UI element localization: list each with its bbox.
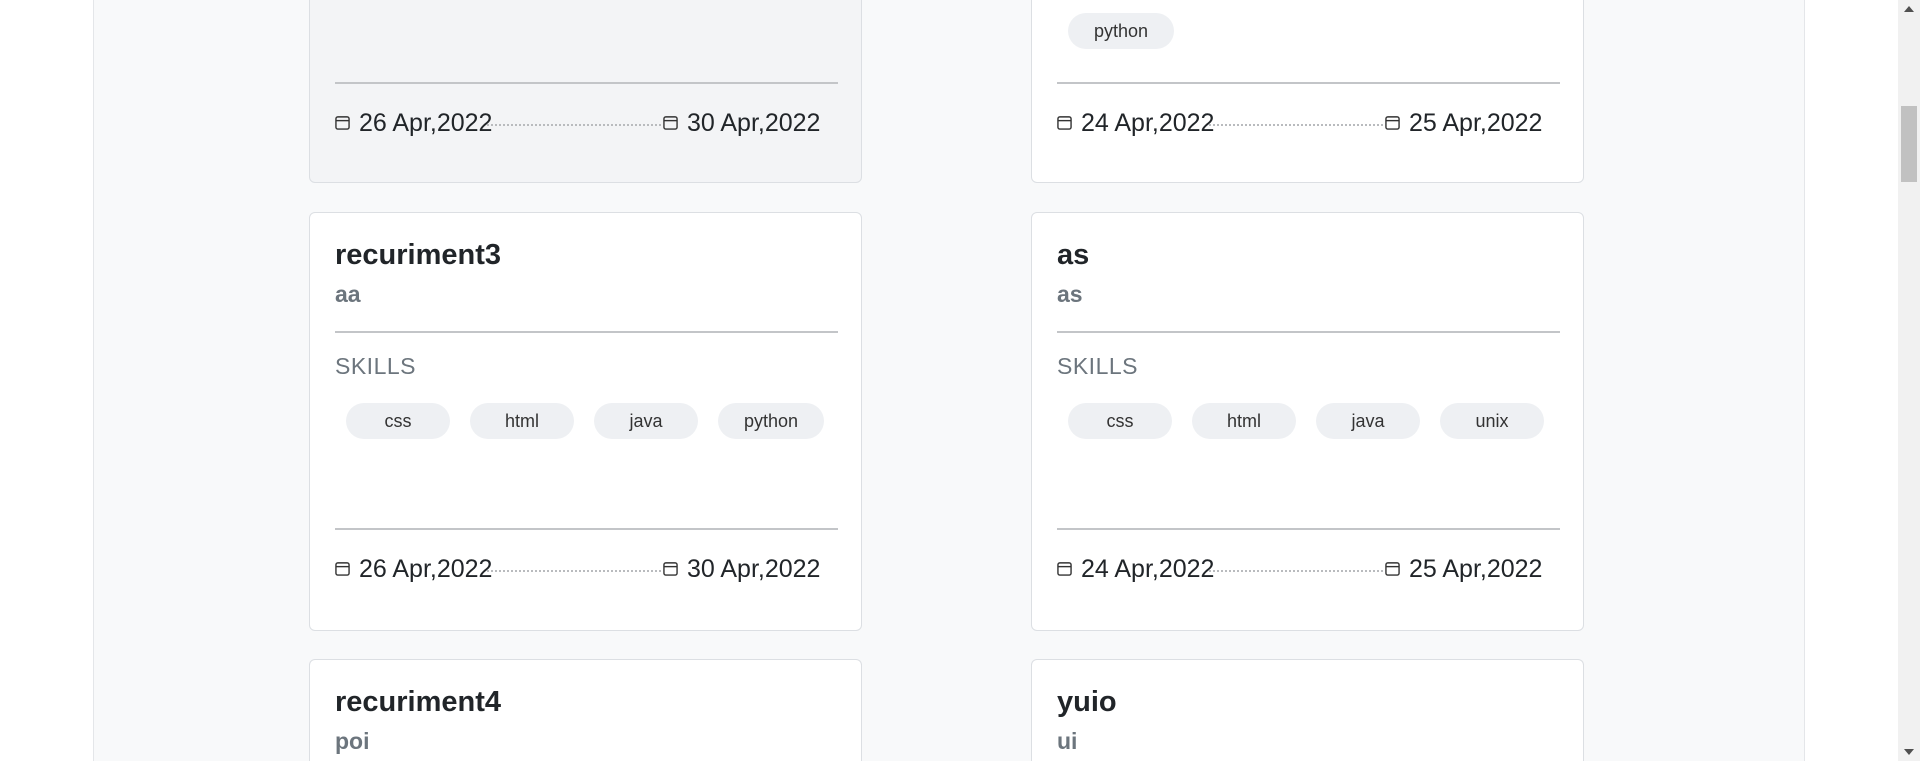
card-separator <box>335 82 838 84</box>
calendar-icon <box>1057 562 1072 576</box>
skill-chip: css <box>346 403 450 439</box>
end-date-text: 25 Apr,2022 <box>1409 109 1543 137</box>
scrollbar-thumb[interactable] <box>1901 106 1917 182</box>
card-separator <box>335 528 838 530</box>
card-title: as <box>1057 239 1090 271</box>
card-title: recuriment4 <box>335 686 502 718</box>
card-separator <box>1057 528 1560 530</box>
start-date: 24 Apr,2022 <box>1057 555 1214 584</box>
end-date: 30 Apr,2022 <box>663 109 820 138</box>
start-date-text: 26 Apr,2022 <box>359 555 493 583</box>
date-range: 26 Apr,2022 30 Apr,2022 <box>335 109 838 139</box>
end-date: 25 Apr,2022 <box>1385 109 1542 138</box>
job-card[interactable]: python 24 Apr,2022 25 Apr,2022 <box>1031 0 1584 183</box>
scroll-up-button[interactable] <box>1898 0 1920 18</box>
skill-chip: python <box>718 403 825 439</box>
triangle-up-icon <box>1904 6 1914 12</box>
card-subtitle: as <box>1057 281 1083 307</box>
end-date: 25 Apr,2022 <box>1385 555 1542 584</box>
card-title: recuriment3 <box>335 239 502 271</box>
card-subtitle: ui <box>1057 728 1078 754</box>
card-separator <box>1057 82 1560 84</box>
calendar-icon <box>1385 562 1400 576</box>
start-date-text: 26 Apr,2022 <box>359 109 493 137</box>
card-separator <box>1057 331 1560 333</box>
date-range: 24 Apr,2022 25 Apr,2022 <box>1057 555 1560 585</box>
skill-chip: unix <box>1440 403 1544 439</box>
start-date: 26 Apr,2022 <box>335 109 492 138</box>
triangle-down-icon <box>1904 749 1914 755</box>
job-card[interactable]: recuriment4 poi <box>309 659 862 761</box>
job-card[interactable]: as as SKILLS css html java unix 24 Apr,2… <box>1031 212 1584 631</box>
end-date-text: 30 Apr,2022 <box>687 109 821 137</box>
date-connector <box>1209 570 1383 572</box>
scroll-down-button[interactable] <box>1898 743 1920 761</box>
card-subtitle: poi <box>335 728 370 754</box>
calendar-icon <box>1385 116 1400 130</box>
job-card[interactable]: 26 Apr,2022 30 Apr,2022 <box>309 0 862 183</box>
date-connector <box>487 570 661 572</box>
skill-chip: java <box>1316 403 1420 439</box>
skills-heading: SKILLS <box>1057 353 1138 379</box>
skills-list: python <box>1068 13 1568 49</box>
end-date-text: 30 Apr,2022 <box>687 555 821 583</box>
calendar-icon <box>335 116 350 130</box>
date-connector <box>487 124 661 126</box>
calendar-icon <box>335 562 350 576</box>
end-date-text: 25 Apr,2022 <box>1409 555 1543 583</box>
skill-chip: html <box>1192 403 1296 439</box>
card-separator <box>335 331 838 333</box>
skills-list: css html java unix <box>1068 403 1568 439</box>
start-date: 26 Apr,2022 <box>335 555 492 584</box>
job-card[interactable]: yuio ui <box>1031 659 1584 761</box>
skills-heading: SKILLS <box>335 353 416 379</box>
date-connector <box>1209 124 1383 126</box>
vertical-scrollbar[interactable] <box>1898 0 1920 761</box>
content-panel: 26 Apr,2022 30 Apr,2022 python 24 Apr,20… <box>93 0 1805 761</box>
skill-chip: python <box>1068 13 1175 49</box>
start-date-text: 24 Apr,2022 <box>1081 555 1215 583</box>
card-subtitle: aa <box>335 281 361 307</box>
skill-chip: css <box>1068 403 1172 439</box>
job-card[interactable]: recuriment3 aa SKILLS css html java pyth… <box>309 212 862 631</box>
card-title: yuio <box>1057 686 1117 718</box>
skill-chip: html <box>470 403 574 439</box>
date-range: 26 Apr,2022 30 Apr,2022 <box>335 555 838 585</box>
calendar-icon <box>1057 116 1072 130</box>
calendar-icon <box>663 116 678 130</box>
end-date: 30 Apr,2022 <box>663 555 820 584</box>
start-date: 24 Apr,2022 <box>1057 109 1214 138</box>
skill-chip: java <box>594 403 698 439</box>
date-range: 24 Apr,2022 25 Apr,2022 <box>1057 109 1560 139</box>
skills-list: css html java python <box>346 403 846 439</box>
calendar-icon <box>663 562 678 576</box>
start-date-text: 24 Apr,2022 <box>1081 109 1215 137</box>
